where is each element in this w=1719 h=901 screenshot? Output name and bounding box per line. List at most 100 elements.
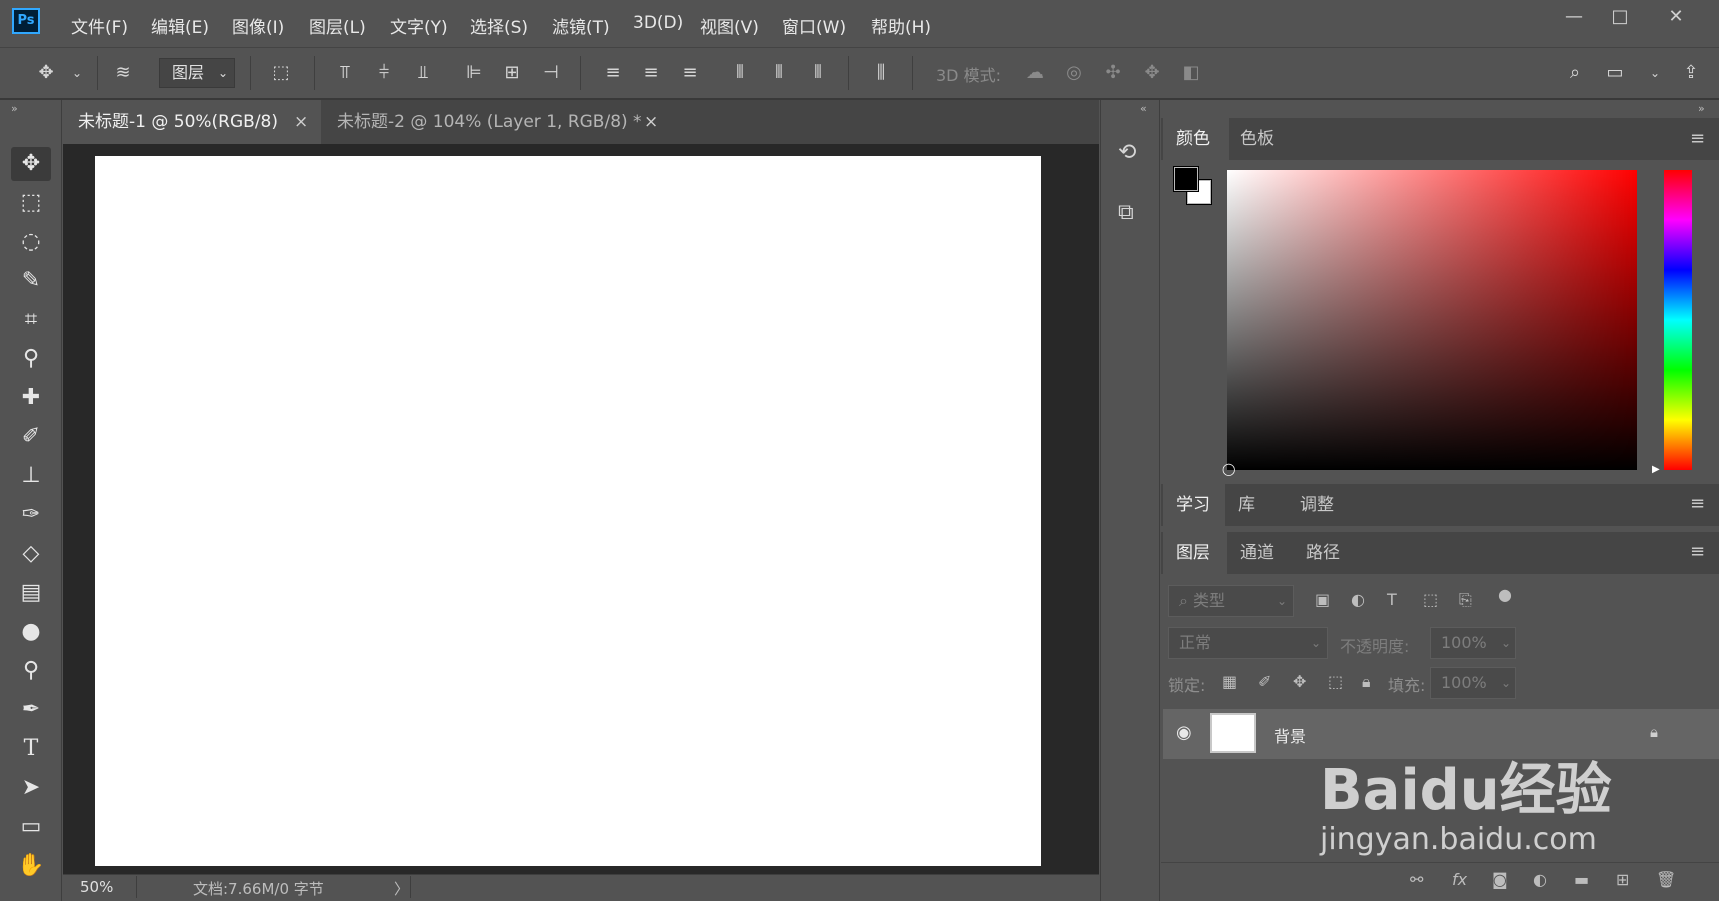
search-icon[interactable]: ⌕ [1564, 62, 1586, 84]
chevron-down-icon[interactable]: ⌄ [66, 62, 88, 84]
add-mask-icon[interactable]: ◙ [1492, 870, 1508, 889]
lock-image-pixels-icon[interactable]: ✐ [1258, 672, 1271, 691]
panel-menu-icon[interactable]: ≡ [1690, 128, 1705, 149]
3d-panel-icon[interactable]: ⧉ [1118, 200, 1134, 225]
menu-file[interactable]: 文件(F) [71, 13, 128, 38]
distribute-horizontal-center-icon[interactable]: ⦀ [768, 62, 790, 84]
distribute-left-icon[interactable]: ⦀ [729, 62, 751, 84]
eye-icon[interactable]: ◉ [1176, 722, 1192, 743]
filter-toggle-icon[interactable]: ● [1498, 585, 1512, 604]
menu-select[interactable]: 选择(S) [470, 13, 528, 38]
layer-name[interactable]: 背景 [1274, 723, 1306, 747]
align-top-icon[interactable]: ⫪ [334, 62, 356, 84]
menu-type[interactable]: 文字(Y) [390, 13, 448, 38]
menu-layer[interactable]: 图层(L) [309, 13, 366, 38]
chevron-down-icon[interactable]: ⌄ [1644, 62, 1666, 84]
path-selection-tool-icon[interactable]: ➤ [11, 771, 51, 805]
blur-tool-icon[interactable]: ● [11, 615, 51, 649]
layer-style-fx-icon[interactable]: fx [1452, 870, 1467, 889]
collapse-panels-icon[interactable]: « [1140, 102, 1147, 115]
rectangular-marquee-tool-icon[interactable]: ⬚ [11, 186, 51, 220]
distribute-right-icon[interactable]: ⦀ [807, 62, 829, 84]
color-field[interactable] [1227, 170, 1637, 470]
rectangle-tool-icon[interactable]: ▭ [11, 810, 51, 844]
history-panel-icon[interactable]: ⟲ [1118, 140, 1136, 165]
align-vertical-center-icon[interactable]: ⫩ [373, 62, 395, 84]
menu-filter[interactable]: 滤镜(T) [552, 13, 610, 38]
maximize-button[interactable]: □ [1605, 6, 1635, 28]
new-group-icon[interactable]: ▬ [1574, 870, 1589, 889]
tab-layers[interactable]: 图层 [1163, 532, 1227, 574]
align-bottom-icon[interactable]: ⫫ [412, 62, 434, 84]
hue-slider-handle[interactable]: ▶ [1652, 464, 1660, 475]
layer-filter-dropdown[interactable]: ⌕ 类型 ⌄ [1168, 585, 1294, 617]
history-brush-tool-icon[interactable]: ✑ [11, 498, 51, 532]
move-tool-icon[interactable]: ✥ [11, 147, 51, 181]
close-button[interactable]: ✕ [1661, 6, 1691, 28]
type-tool-icon[interactable]: T [11, 732, 51, 766]
menu-3d[interactable]: 3D(D) [633, 13, 683, 33]
tab-adjustments[interactable]: 调整 [1292, 484, 1354, 526]
filter-pixel-icon[interactable]: ▣ [1315, 590, 1330, 609]
tab-channels[interactable]: 通道 [1232, 532, 1294, 574]
workspace-icon[interactable]: ▭ [1604, 62, 1626, 84]
lock-transparent-pixels-icon[interactable]: ▦ [1222, 672, 1237, 691]
menu-edit[interactable]: 编辑(E) [151, 13, 209, 38]
lock-position-icon[interactable]: ✥ [1293, 672, 1306, 691]
tab-libraries[interactable]: 库 [1234, 484, 1284, 526]
filter-smart-object-icon[interactable]: ⎘ [1459, 590, 1472, 610]
hue-slider[interactable] [1664, 170, 1692, 470]
show-transform-controls-icon[interactable]: ⬚ [270, 62, 292, 84]
healing-brush-tool-icon[interactable]: ✚ [11, 381, 51, 415]
trash-icon[interactable]: 🗑︎ [1656, 870, 1676, 889]
zoom-level[interactable]: 50% [80, 878, 113, 896]
lock-all-icon[interactable]: 🔒︎ [1362, 672, 1371, 692]
3d-roll-icon[interactable]: ◎ [1063, 62, 1085, 84]
blend-mode-dropdown[interactable]: 正常 ⌄ [1168, 627, 1328, 659]
auto-align-layers-icon[interactable]: ⫼ [870, 62, 892, 84]
eyedropper-tool-icon[interactable]: ⚲ [11, 342, 51, 376]
3d-orbit-icon[interactable]: ☁ [1024, 62, 1046, 84]
hand-tool-icon[interactable]: ✋ [11, 849, 51, 883]
tab-untitled-2[interactable]: 未标题-2 @ 104% (Layer 1, RGB/8) * × [322, 100, 674, 144]
tab-swatches[interactable]: 色板 [1232, 118, 1294, 160]
3d-pan-icon[interactable]: ✣ [1102, 62, 1124, 84]
brush-tool-icon[interactable]: ✐ [11, 420, 51, 454]
tab-learn[interactable]: 学习 [1163, 484, 1225, 526]
clone-stamp-tool-icon[interactable]: ⊥ [11, 459, 51, 493]
foreground-color-swatch[interactable] [1173, 166, 1199, 192]
expand-toolbox-icon[interactable]: » [11, 102, 18, 115]
adjustment-layer-icon[interactable]: ◐ [1533, 870, 1547, 889]
filter-adjustment-icon[interactable]: ◐ [1351, 590, 1365, 609]
quick-selection-tool-icon[interactable]: ✎ [11, 264, 51, 298]
close-icon[interactable]: × [294, 100, 308, 144]
distribute-bottom-icon[interactable]: ≡ [679, 62, 701, 84]
menu-help[interactable]: 帮助(H) [871, 13, 931, 38]
color-picker-marker[interactable]: ◯ [1222, 462, 1235, 476]
fill-field[interactable]: 100% ⌄ [1430, 667, 1516, 699]
status-menu-arrow[interactable]: 〉 [394, 878, 409, 899]
dodge-tool-icon[interactable]: ⚲ [11, 654, 51, 688]
distribute-vertical-center-icon[interactable]: ≡ [640, 62, 662, 84]
canvas[interactable] [95, 156, 1041, 866]
panel-menu-icon[interactable]: ≡ [1690, 493, 1705, 514]
move-tool-preset-icon[interactable]: ✥ [35, 62, 57, 84]
gradient-tool-icon[interactable]: ▤ [11, 576, 51, 610]
menu-window[interactable]: 窗口(W) [782, 13, 846, 38]
auto-select-layers-icon[interactable]: ≋ [112, 62, 134, 84]
lock-artboard-icon[interactable]: ⬚ [1328, 672, 1343, 691]
distribute-top-icon[interactable]: ≡ [602, 62, 624, 84]
minimize-button[interactable]: — [1559, 6, 1589, 28]
menu-view[interactable]: 视图(V) [700, 13, 759, 38]
close-icon[interactable]: × [644, 100, 658, 144]
3d-slide-icon[interactable]: ✥ [1141, 62, 1163, 84]
filter-shape-icon[interactable]: ⬚ [1423, 590, 1438, 609]
tab-untitled-1[interactable]: 未标题-1 @ 50%(RGB/8) × [63, 100, 321, 144]
align-right-icon[interactable]: ⊣ [540, 62, 562, 84]
link-layers-icon[interactable]: ⚯ [1410, 870, 1423, 889]
filter-type-icon[interactable]: T [1387, 590, 1397, 609]
eraser-tool-icon[interactable]: ◇ [11, 537, 51, 571]
crop-tool-icon[interactable]: ⌗ [11, 303, 51, 337]
align-horizontal-center-icon[interactable]: ⊞ [501, 62, 523, 84]
new-layer-icon[interactable]: ⊞ [1616, 870, 1629, 889]
